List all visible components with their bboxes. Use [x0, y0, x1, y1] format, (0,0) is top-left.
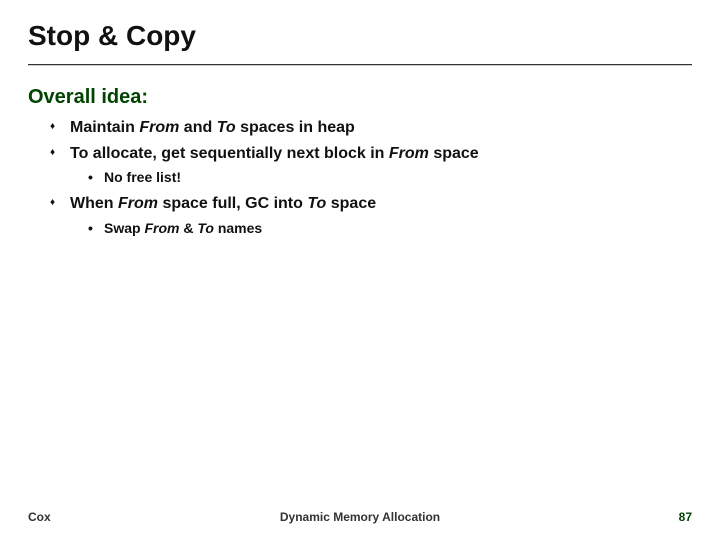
footer-title: Dynamic Memory Allocation — [28, 510, 692, 524]
bullet-item-2: To allocate, get sequentially next block… — [50, 143, 692, 187]
bullet2-sub-item-1: No free list! — [88, 168, 692, 187]
bullet3-sublist: Swap From & To names — [88, 219, 692, 238]
bullet3-em2: To — [307, 195, 326, 212]
bullet2-pre: To allocate, get sequentially next block… — [70, 145, 389, 162]
bullet2-sublist: No free list! — [88, 168, 692, 187]
bullet3-pre: When — [70, 195, 118, 212]
footer-page-number: 87 — [679, 510, 692, 524]
bullet3-post: space — [326, 195, 376, 212]
bullet2-post: space — [429, 145, 479, 162]
bullet3-sub1-em2: To — [197, 220, 214, 236]
bullet3-sub1-em1: From — [144, 220, 179, 236]
bullet1-post: spaces in heap — [236, 119, 355, 136]
bullet3-em1: From — [118, 195, 158, 212]
bullet-list: Maintain From and To spaces in heap To a… — [50, 117, 692, 238]
bullet3-sub1-post: names — [214, 220, 262, 236]
bullet3-sub-item-1: Swap From & To names — [88, 219, 692, 238]
bullet1-pre: Maintain — [70, 119, 139, 136]
subheading: Overall idea: — [28, 86, 692, 109]
bullet2-em: From — [389, 145, 429, 162]
bullet3-sub1-pre: Swap — [104, 220, 144, 236]
bullet-item-3: When From space full, GC into To space S… — [50, 193, 692, 237]
bullet1-mid: and — [179, 119, 216, 136]
slide-body: Overall idea: Maintain From and To space… — [28, 86, 692, 244]
slide-container: Stop & Copy Overall idea: Maintain From … — [0, 0, 720, 540]
bullet3-mid: space full, GC into — [158, 195, 307, 212]
bullet3-sub1-mid: & — [179, 220, 197, 236]
slide-title: Stop & Copy — [28, 20, 196, 52]
bullet1-em2: To — [217, 119, 236, 136]
bullet-item-1: Maintain From and To spaces in heap — [50, 117, 692, 139]
title-underline — [28, 64, 692, 66]
bullet1-em1: From — [139, 119, 179, 136]
